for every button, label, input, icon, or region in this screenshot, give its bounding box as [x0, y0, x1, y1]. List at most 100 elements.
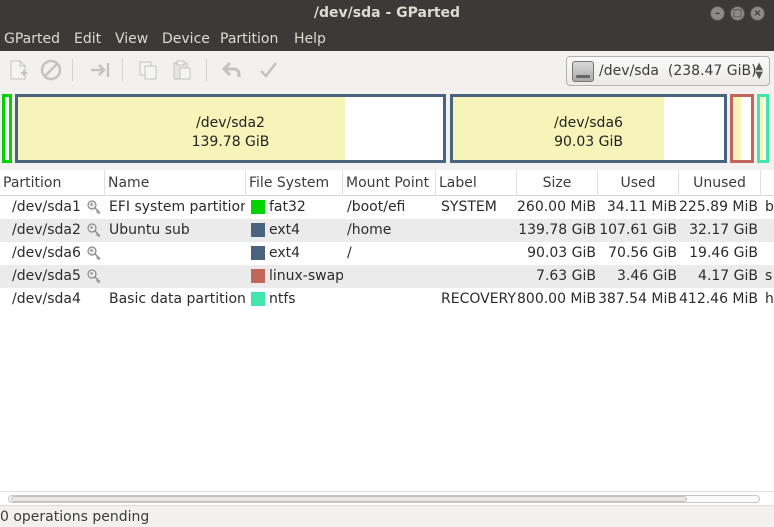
title-bar: /dev/sda - GParted – □ ×: [0, 0, 774, 28]
cell-unused: 4.17 GiB: [698, 268, 758, 284]
menu-help[interactable]: Help: [294, 31, 326, 47]
map-partition-sda4[interactable]: [757, 94, 769, 163]
cell-size: 800.00 MiB: [517, 291, 596, 307]
menu-partition[interactable]: Partition: [220, 31, 278, 47]
chevron-updown-icon: ▲ ▼: [755, 61, 763, 81]
cell-used: 70.56 GiB: [608, 245, 677, 261]
toolbar-separator: [122, 59, 123, 81]
map-partition-label: /dev/sda2 139.78 GiB: [18, 114, 443, 152]
table-row[interactable]: /dev/sda1 EFI system partition fat32/boot/…: [0, 196, 774, 219]
status-bar: 0 operations pending: [0, 505, 774, 527]
table-row[interactable]: /dev/sda6 ext4 / 90.03 GiB 70.56 GiB 19.46 Gi…: [0, 242, 774, 265]
map-partition-size: 90.03 GiB: [554, 134, 623, 150]
key-icon: [86, 222, 102, 238]
cell-size: 260.00 MiB: [517, 199, 596, 215]
table-row[interactable]: /dev/sda5 linux-swap 7.63 GiB 3.46 GiB 4.17 …: [0, 265, 774, 288]
cell-label: SYSTEM: [441, 199, 497, 215]
delete-icon[interactable]: [39, 59, 63, 83]
menu-device[interactable]: Device: [162, 31, 210, 47]
column-header-unused[interactable]: Unused: [679, 170, 761, 196]
column-header-filesystem[interactable]: File System: [246, 170, 343, 196]
menu-edit[interactable]: Edit: [74, 31, 101, 47]
cell-unused: 32.17 GiB: [689, 222, 758, 238]
toolbar: /dev/sda (238.47 GiB) ▲ ▼: [0, 51, 774, 91]
map-used-fill: [760, 97, 763, 160]
cell-flags: b: [765, 199, 774, 215]
cell-mount: [347, 288, 436, 311]
cell-fs: fat32: [269, 199, 306, 215]
column-header-mountpoint[interactable]: Mount Point: [343, 170, 436, 196]
column-header-name[interactable]: Name: [105, 170, 246, 196]
scrollbar-thumb[interactable]: [11, 496, 687, 502]
cell-unused: 225.89 MiB: [679, 199, 758, 215]
map-partition-sda5[interactable]: [730, 94, 754, 163]
map-partition-name: /dev/sda6: [554, 115, 623, 131]
column-header-partition[interactable]: Partition: [0, 170, 105, 196]
cell-partition: /dev/sda1: [12, 199, 81, 215]
copy-icon[interactable]: [136, 59, 160, 83]
toolbar-separator: [206, 59, 207, 81]
cell-label: RECOVERY: [441, 291, 516, 307]
window-title: /dev/sda - GParted: [313, 5, 461, 21]
filesystem-color-swatch: [251, 200, 265, 214]
status-text: 0 operations pending: [0, 509, 150, 525]
cell-partition: /dev/sda6: [12, 245, 81, 261]
maximize-icon[interactable]: □: [730, 6, 745, 21]
paste-icon[interactable]: [170, 59, 194, 83]
column-header-size[interactable]: Size: [517, 170, 598, 196]
cell-fs: linux-swap: [269, 268, 343, 284]
column-header-label[interactable]: Label: [436, 170, 517, 196]
cell-label: [441, 265, 517, 288]
cell-flags: [765, 219, 774, 242]
close-icon[interactable]: ×: [750, 6, 765, 21]
cell-name: Basic data partition: [109, 291, 245, 307]
column-header-flags[interactable]: Fl: [761, 170, 774, 196]
filesystem-color-swatch: [251, 292, 265, 306]
map-partition-sda6[interactable]: /dev/sda6 90.03 GiB: [450, 94, 727, 163]
map-partition-name: /dev/sda2: [196, 115, 265, 131]
cell-flags: h: [765, 291, 774, 307]
map-used-fill: [733, 97, 742, 160]
cell-used: 34.11 MiB: [606, 199, 677, 215]
partition-table: Partition Name File System Mount Point L…: [0, 170, 774, 491]
cell-partition: /dev/sda2: [12, 222, 81, 238]
undo-icon[interactable]: [220, 59, 244, 83]
table-row[interactable]: /dev/sda4 Basic data partition ntfs RECOVER…: [0, 288, 774, 311]
cell-used: 387.54 MiB: [598, 291, 677, 307]
cell-fs: ext4: [269, 222, 301, 238]
horizontal-scrollbar[interactable]: [0, 491, 774, 505]
menu-gparted[interactable]: GParted: [4, 31, 60, 47]
cell-flags: s: [765, 268, 773, 284]
harddisk-icon: [572, 61, 594, 82]
map-partition-sda2[interactable]: /dev/sda2 139.78 GiB: [15, 94, 446, 163]
minimize-icon[interactable]: –: [710, 6, 725, 21]
column-header-used[interactable]: Used: [598, 170, 679, 196]
menu-view[interactable]: View: [115, 31, 148, 47]
cell-mount: /boot/efi: [347, 199, 406, 215]
cell-name: [109, 265, 245, 288]
resize-move-icon[interactable]: [88, 59, 112, 83]
key-icon: [86, 245, 102, 261]
filesystem-color-swatch: [251, 246, 265, 260]
cell-name: EFI system partition: [109, 199, 245, 215]
cell-name: [109, 242, 245, 265]
toolbar-separator: [72, 59, 73, 81]
table-header: Partition Name File System Mount Point L…: [0, 170, 774, 196]
apply-icon[interactable]: [256, 59, 280, 83]
cell-size: 90.03 GiB: [527, 245, 596, 261]
cell-mount: /home: [347, 222, 392, 238]
cell-unused: 412.46 MiB: [679, 291, 758, 307]
cell-fs: ext4: [269, 245, 301, 261]
map-partition-sda1[interactable]: [2, 94, 12, 163]
cell-size: 7.63 GiB: [536, 268, 596, 284]
cell-partition: /dev/sda4: [12, 291, 81, 307]
cell-fs: ntfs: [269, 291, 296, 307]
table-row[interactable]: /dev/sda2 Ubuntu sub ext4/home 139.78 GiB 10…: [0, 219, 774, 242]
device-selector[interactable]: /dev/sda (238.47 GiB) ▲ ▼: [566, 56, 770, 86]
cell-label: [441, 219, 517, 242]
cell-used: 3.46 GiB: [617, 268, 677, 284]
cell-flags: [765, 242, 774, 265]
new-icon[interactable]: [6, 59, 30, 83]
device-selector-text: /dev/sda (238.47 GiB): [599, 63, 757, 79]
map-partition-label: /dev/sda6 90.03 GiB: [453, 114, 724, 152]
